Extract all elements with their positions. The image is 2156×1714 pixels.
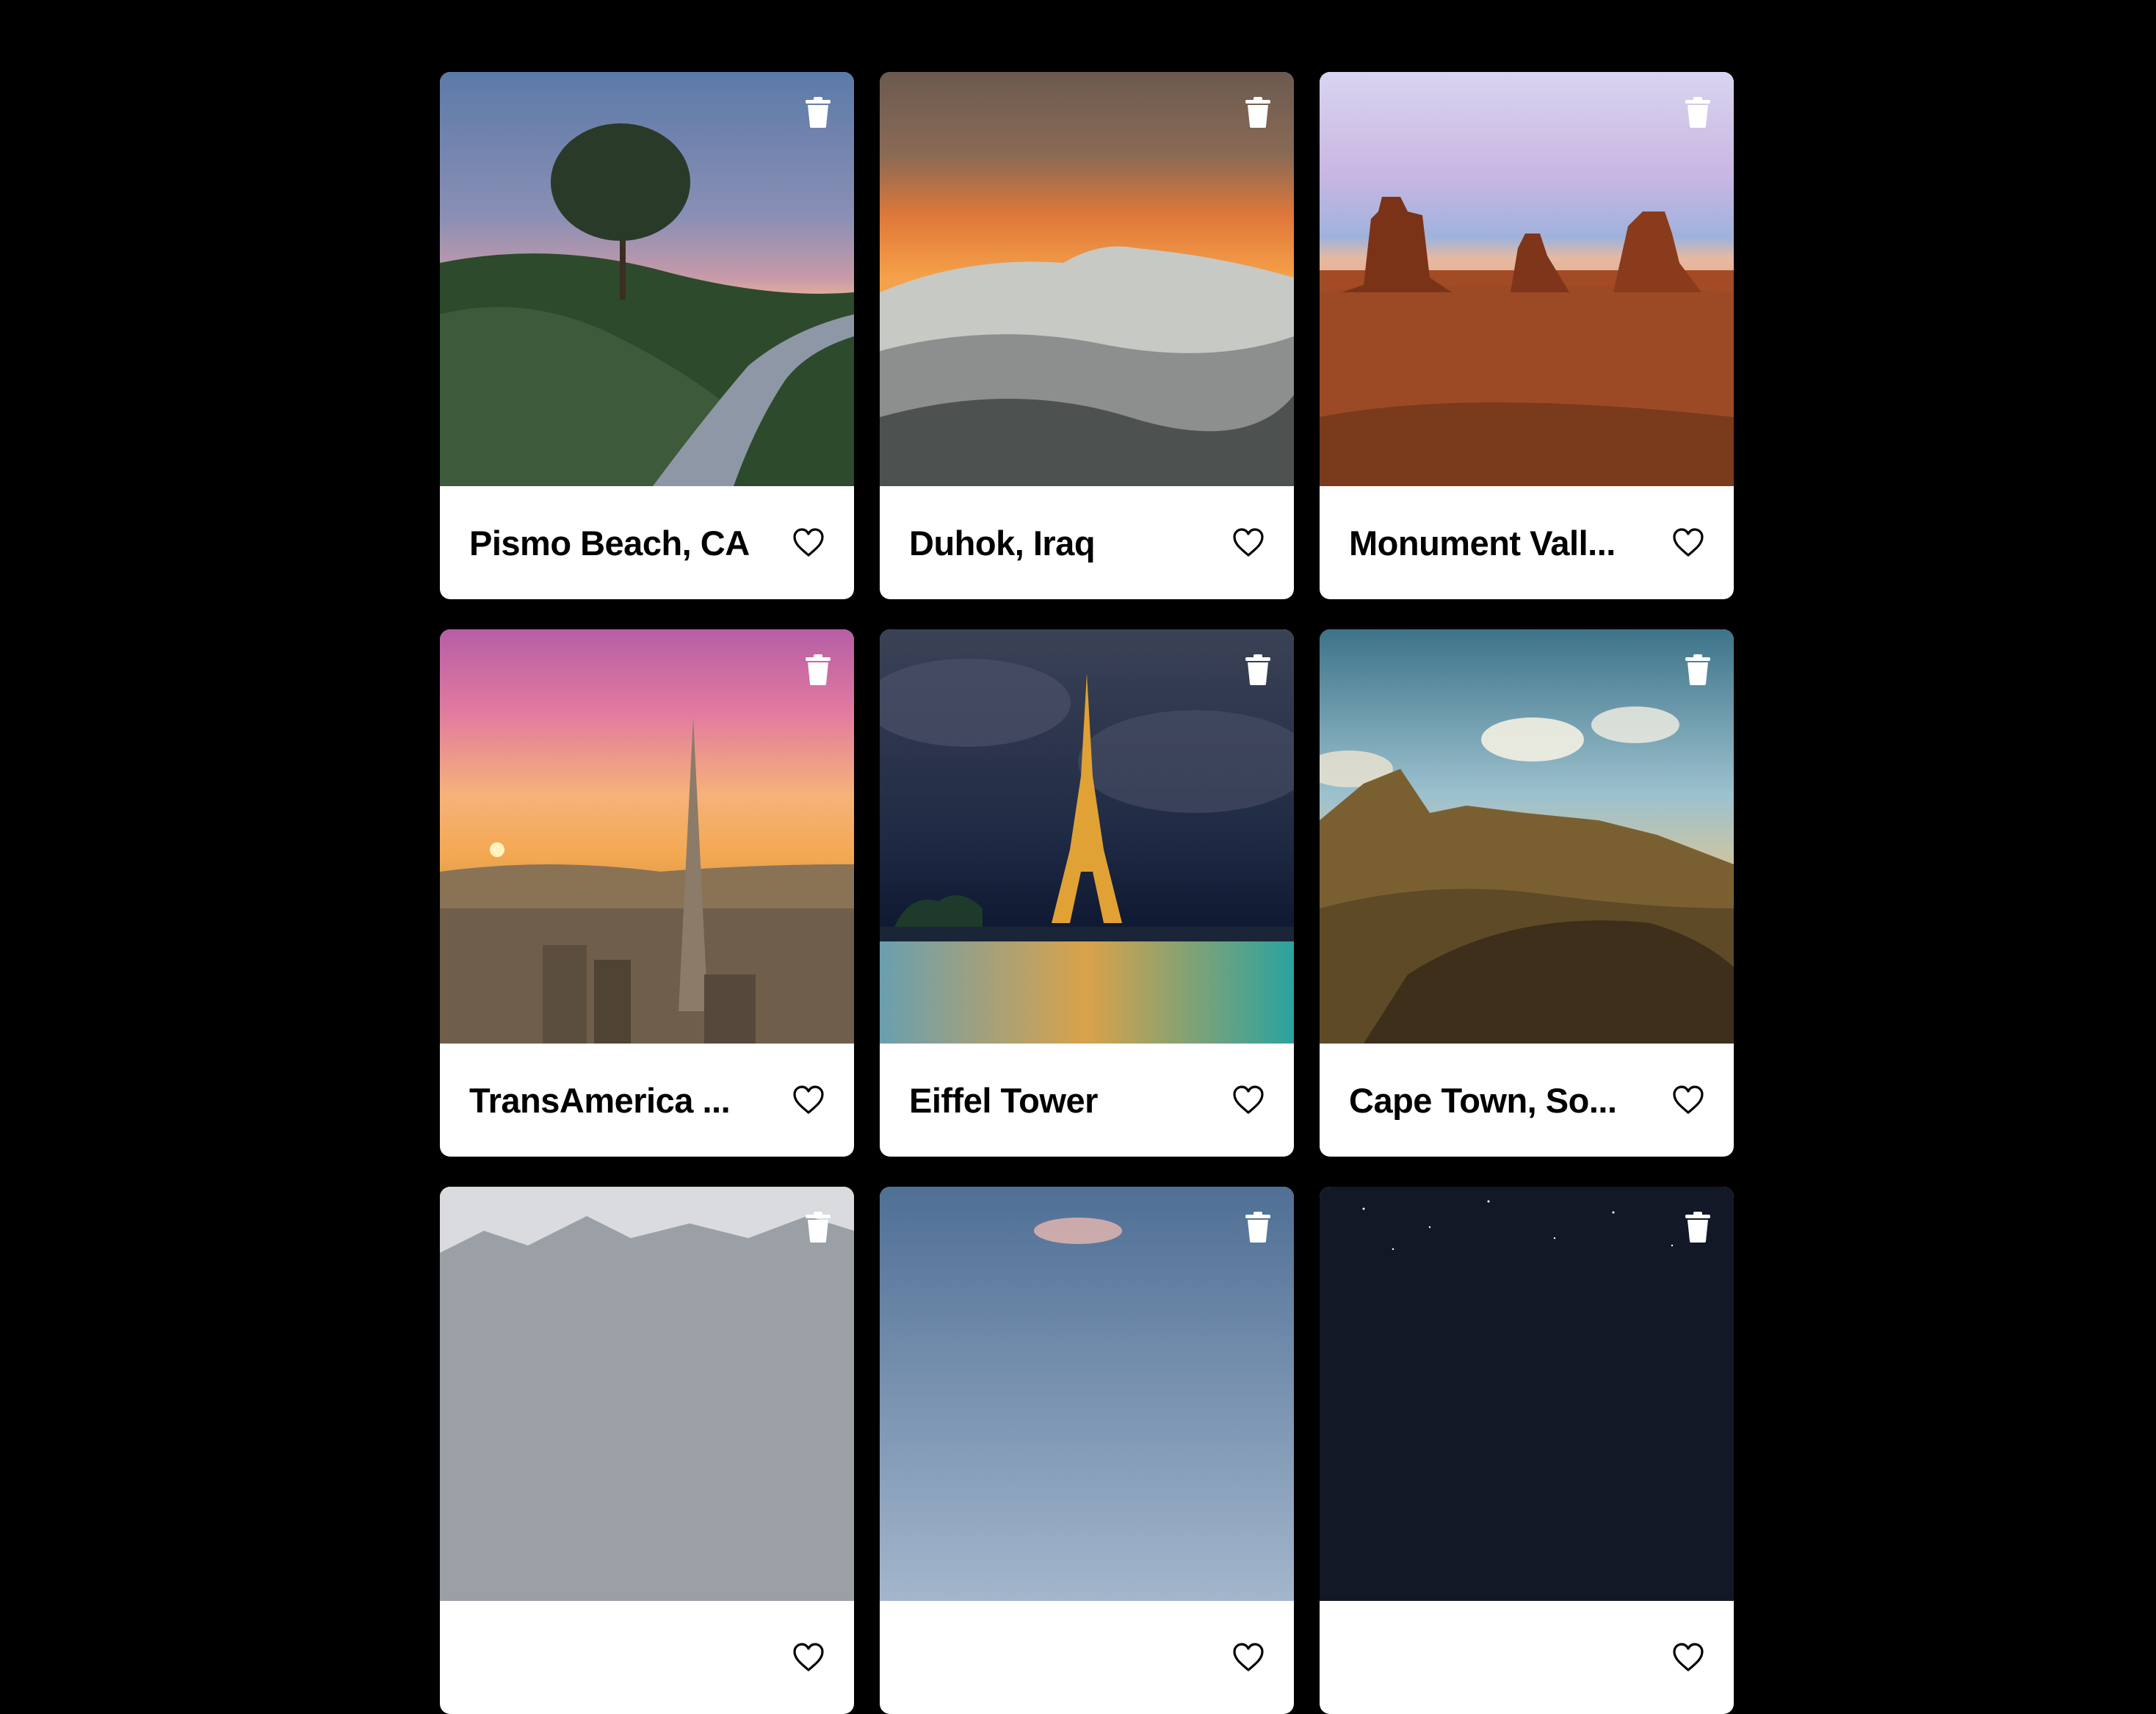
heart-outline-icon[interactable] [1232, 1085, 1265, 1115]
place-caption [440, 1601, 854, 1714]
pismo-beach-photo [440, 72, 854, 486]
place-photo[interactable] [1320, 1187, 1734, 1601]
place-title: Monument Vall... [1349, 523, 1616, 563]
place-photo[interactable] [880, 629, 1294, 1044]
trash-icon[interactable] [1684, 654, 1712, 685]
trash-icon[interactable] [804, 654, 832, 685]
place-photo[interactable] [1320, 72, 1734, 486]
heart-outline-icon[interactable] [1232, 1643, 1265, 1672]
place-card[interactable] [440, 1187, 854, 1714]
place-card[interactable]: Pismo Beach, CA [440, 72, 854, 599]
place-card[interactable]: Cape Town, So... [1320, 629, 1734, 1157]
place-title: Eiffel Tower [909, 1080, 1098, 1120]
monument-valley-photo [1320, 72, 1734, 486]
place-title: TransAmerica ... [469, 1080, 731, 1120]
place-caption [880, 1601, 1294, 1714]
place-caption: Eiffel Tower [880, 1044, 1294, 1157]
heart-outline-icon[interactable] [1232, 528, 1265, 557]
transamerica-photo [440, 629, 854, 1044]
place-caption: TransAmerica ... [440, 1044, 854, 1157]
place-photo[interactable] [440, 72, 854, 486]
mountain-photo [440, 1187, 854, 1601]
place-card[interactable]: Duhok, Iraq [880, 72, 1294, 599]
duhok-photo [880, 72, 1294, 486]
place-card[interactable]: Eiffel Tower [880, 629, 1294, 1157]
heart-outline-icon[interactable] [1672, 528, 1704, 557]
place-caption: Duhok, Iraq [880, 486, 1294, 599]
place-photo[interactable] [880, 1187, 1294, 1601]
place-photo[interactable] [440, 629, 854, 1044]
places-grid: Pismo Beach, CA Duhok, Iraq Monument Val… [440, 72, 1734, 1714]
place-photo[interactable] [440, 1187, 854, 1601]
place-title: Duhok, Iraq [909, 523, 1096, 563]
place-photo[interactable] [1320, 629, 1734, 1044]
trash-icon[interactable] [1244, 1212, 1272, 1243]
place-photo[interactable] [880, 72, 1294, 486]
place-card[interactable] [880, 1187, 1294, 1714]
place-caption: Cape Town, So... [1320, 1044, 1734, 1157]
place-caption: Monument Vall... [1320, 486, 1734, 599]
place-card[interactable]: TransAmerica ... [440, 629, 854, 1157]
place-card[interactable]: Monument Vall... [1320, 72, 1734, 599]
place-title: Pismo Beach, CA [469, 523, 750, 563]
trash-icon[interactable] [1684, 97, 1712, 128]
trash-icon[interactable] [1684, 1212, 1712, 1243]
heart-outline-icon[interactable] [792, 528, 825, 557]
place-caption [1320, 1601, 1734, 1714]
trash-icon[interactable] [1244, 97, 1272, 128]
place-card[interactable] [1320, 1187, 1734, 1714]
heart-outline-icon[interactable] [1672, 1643, 1704, 1672]
sky-photo [880, 1187, 1294, 1601]
heart-outline-icon[interactable] [1672, 1085, 1704, 1115]
place-title: Cape Town, So... [1349, 1080, 1617, 1120]
cape-town-photo [1320, 629, 1734, 1044]
eiffel-tower-photo [880, 629, 1294, 1044]
trash-icon[interactable] [804, 97, 832, 128]
night-sky-photo [1320, 1187, 1734, 1601]
heart-outline-icon[interactable] [792, 1085, 825, 1115]
trash-icon[interactable] [804, 1212, 832, 1243]
heart-outline-icon[interactable] [792, 1643, 825, 1672]
place-caption: Pismo Beach, CA [440, 486, 854, 599]
trash-icon[interactable] [1244, 654, 1272, 685]
